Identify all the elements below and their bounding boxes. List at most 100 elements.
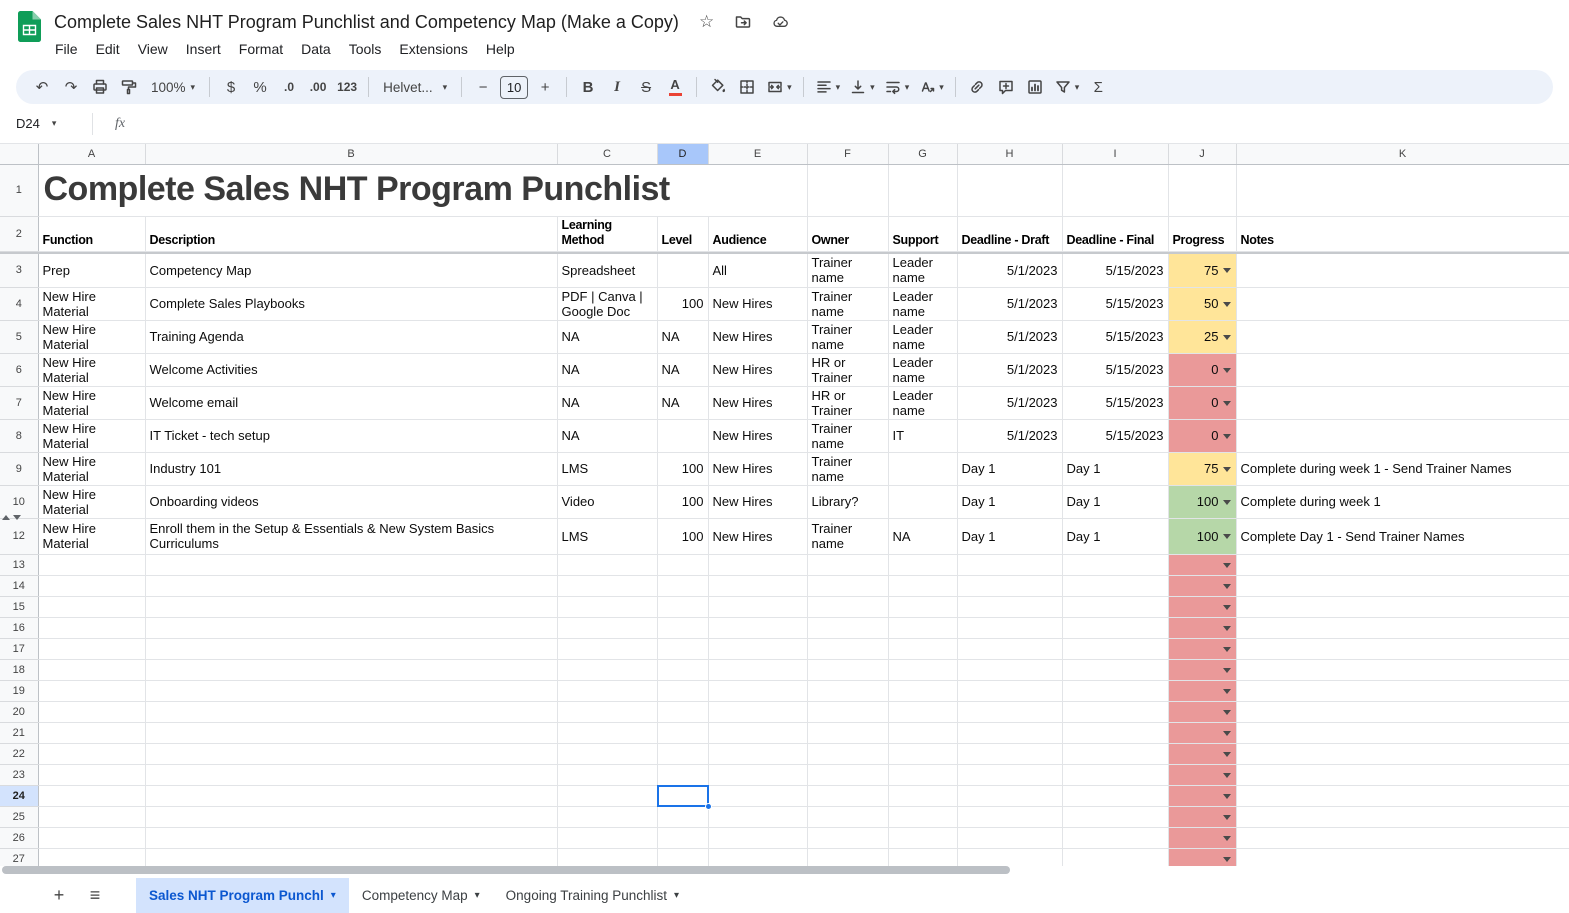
cell-D17[interactable] <box>657 638 708 659</box>
cell-C10[interactable]: Video <box>557 485 657 518</box>
cell-F23[interactable] <box>807 764 888 785</box>
cell-B21[interactable] <box>145 722 557 743</box>
cell-K14[interactable] <box>1236 575 1569 596</box>
cell-F7[interactable]: HR or Trainer <box>807 386 888 419</box>
row-header-25[interactable]: 25 <box>0 806 38 827</box>
cell-H6[interactable]: 5/1/2023 <box>957 353 1062 386</box>
cell-G27[interactable] <box>888 848 957 866</box>
column-header-I[interactable]: I <box>1062 144 1168 164</box>
cell-J9[interactable]: 75 <box>1168 452 1236 485</box>
cell-G13[interactable] <box>888 554 957 575</box>
cell-G16[interactable] <box>888 617 957 638</box>
cell-A27[interactable] <box>38 848 145 866</box>
column-header-K[interactable]: K <box>1236 144 1569 164</box>
cell-A26[interactable] <box>38 827 145 848</box>
cell-E6[interactable]: New Hires <box>708 353 807 386</box>
cell-I20[interactable] <box>1062 701 1168 722</box>
cell-F25[interactable] <box>807 806 888 827</box>
cell-J5[interactable]: 25 <box>1168 320 1236 353</box>
cell-E10[interactable]: New Hires <box>708 485 807 518</box>
cell-J23[interactable] <box>1168 764 1236 785</box>
cell-I4[interactable]: 5/15/2023 <box>1062 287 1168 320</box>
cell-I12[interactable]: Day 1 <box>1062 518 1168 554</box>
cell-I17[interactable] <box>1062 638 1168 659</box>
column-header-B[interactable]: B <box>145 144 557 164</box>
cell-E25[interactable] <box>708 806 807 827</box>
cell-D25[interactable] <box>657 806 708 827</box>
cell-F4[interactable]: Trainer name <box>807 287 888 320</box>
add-sheet-button[interactable]: + <box>44 881 74 911</box>
cell-F3[interactable]: Trainer name <box>807 254 888 287</box>
cell-F19[interactable] <box>807 680 888 701</box>
cell-H19[interactable] <box>957 680 1062 701</box>
column-header-F[interactable]: F <box>807 144 888 164</box>
cell-F21[interactable] <box>807 722 888 743</box>
cell-D19[interactable] <box>657 680 708 701</box>
cell-H20[interactable] <box>957 701 1062 722</box>
cell-I21[interactable] <box>1062 722 1168 743</box>
text-rotation-button[interactable]: ▾ <box>914 73 948 101</box>
cell-G18[interactable] <box>888 659 957 680</box>
cell-K7[interactable] <box>1236 386 1569 419</box>
cell-I23[interactable] <box>1062 764 1168 785</box>
row-header-4[interactable]: 4 <box>0 287 38 320</box>
insert-chart-button[interactable] <box>1021 73 1049 101</box>
progress-dropdown-icon[interactable] <box>1223 668 1231 673</box>
cell-F5[interactable]: Trainer name <box>807 320 888 353</box>
header-cell-D2[interactable]: Level <box>657 216 708 251</box>
all-sheets-button[interactable]: ≡ <box>80 881 110 911</box>
insert-link-button[interactable] <box>963 73 991 101</box>
cell-G17[interactable] <box>888 638 957 659</box>
progress-dropdown-icon[interactable] <box>1223 335 1231 340</box>
hidden-row-indicator[interactable] <box>2 511 36 523</box>
cell-B12[interactable]: Enroll them in the Setup & Essentials & … <box>145 518 557 554</box>
header-cell-B2[interactable]: Description <box>145 216 557 251</box>
cell-H8[interactable]: 5/1/2023 <box>957 419 1062 452</box>
row-header-18[interactable]: 18 <box>0 659 38 680</box>
progress-dropdown-icon[interactable] <box>1223 857 1231 862</box>
cell-C16[interactable] <box>557 617 657 638</box>
row-header-7[interactable]: 7 <box>0 386 38 419</box>
cell-E3[interactable]: All <box>708 254 807 287</box>
cell-J4[interactable]: 50 <box>1168 287 1236 320</box>
cell-K8[interactable] <box>1236 419 1569 452</box>
sheet-tab-sales-nht-program-punchl[interactable]: Sales NHT Program Punchl▾ <box>136 878 349 913</box>
cell-D26[interactable] <box>657 827 708 848</box>
cell-H23[interactable] <box>957 764 1062 785</box>
row-header-9[interactable]: 9 <box>0 452 38 485</box>
cell-K1[interactable] <box>1236 164 1569 216</box>
cell-I7[interactable]: 5/15/2023 <box>1062 386 1168 419</box>
cell-J1[interactable] <box>1168 164 1236 216</box>
column-header-A[interactable]: A <box>38 144 145 164</box>
progress-dropdown-icon[interactable] <box>1223 500 1231 505</box>
font-size-input[interactable]: 10 <box>500 76 528 99</box>
cell-J25[interactable] <box>1168 806 1236 827</box>
progress-dropdown-icon[interactable] <box>1223 268 1231 273</box>
cell-A24[interactable] <box>38 785 145 806</box>
cell-K9[interactable]: Complete during week 1 - Send Trainer Na… <box>1236 452 1569 485</box>
cell-J15[interactable] <box>1168 596 1236 617</box>
cell-K18[interactable] <box>1236 659 1569 680</box>
sheet-tab-competency-map[interactable]: Competency Map▾ <box>349 878 493 913</box>
menu-item-file[interactable]: File <box>46 39 87 59</box>
cell-I1[interactable] <box>1062 164 1168 216</box>
cell-J7[interactable]: 0 <box>1168 386 1236 419</box>
cell-G12[interactable]: NA <box>888 518 957 554</box>
cell-F9[interactable]: Trainer name <box>807 452 888 485</box>
cell-G20[interactable] <box>888 701 957 722</box>
cell-C17[interactable] <box>557 638 657 659</box>
progress-dropdown-icon[interactable] <box>1223 534 1231 539</box>
cell-D3[interactable] <box>657 254 708 287</box>
progress-dropdown-icon[interactable] <box>1223 302 1231 307</box>
cell-A25[interactable] <box>38 806 145 827</box>
cell-I22[interactable] <box>1062 743 1168 764</box>
cell-J22[interactable] <box>1168 743 1236 764</box>
percent-format-button[interactable]: % <box>246 73 274 101</box>
cell-F27[interactable] <box>807 848 888 866</box>
cell-D18[interactable] <box>657 659 708 680</box>
row-header-24[interactable]: 24 <box>0 785 38 806</box>
header-cell-I2[interactable]: Deadline - Final <box>1062 216 1168 251</box>
cell-H14[interactable] <box>957 575 1062 596</box>
cell-J27[interactable] <box>1168 848 1236 866</box>
column-header-E[interactable]: E <box>708 144 807 164</box>
